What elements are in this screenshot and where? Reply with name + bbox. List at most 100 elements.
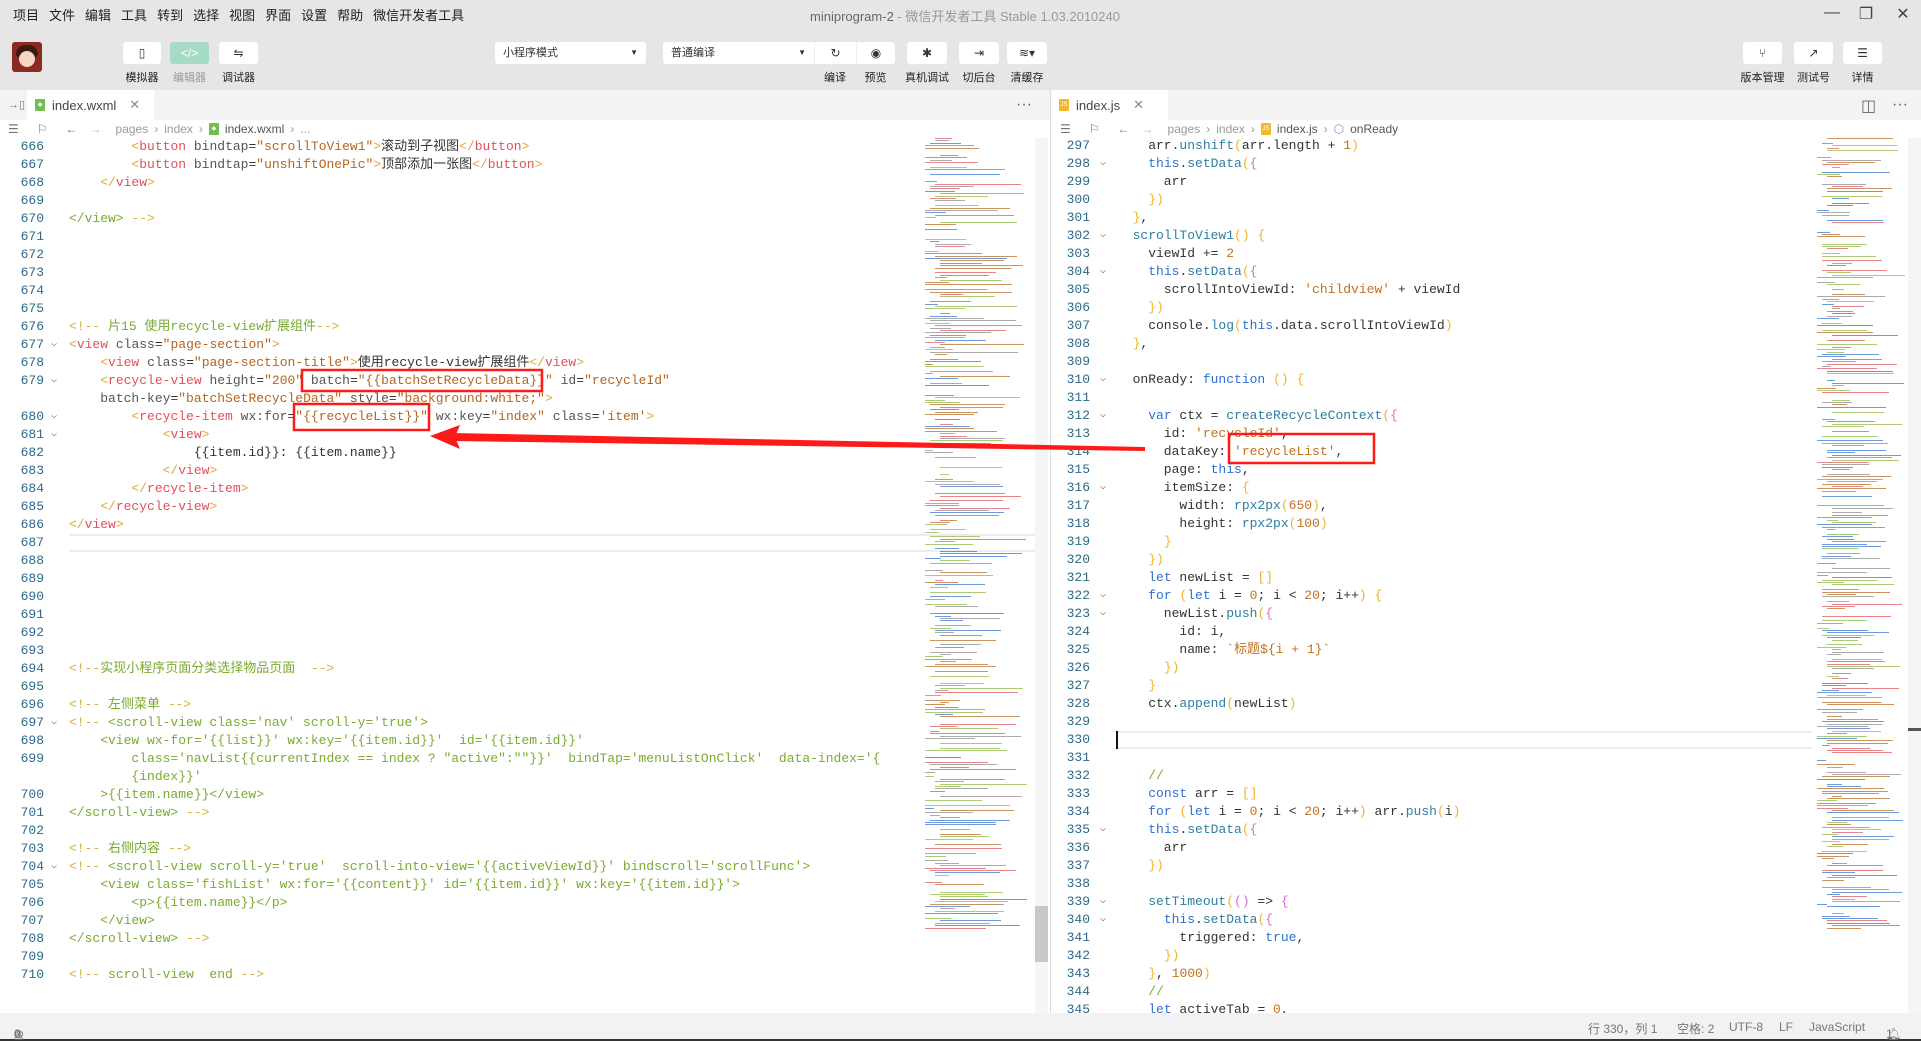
code-line[interactable]: 305 scrollIntoViewId: 'childview' + view… — [1052, 281, 1812, 299]
code-line[interactable]: 703 <!-- 右侧内容 --> — [0, 840, 1035, 858]
menu-item[interactable]: 工具 — [121, 5, 147, 24]
breadcrumb-item[interactable]: index — [1216, 122, 1245, 136]
cursor-position[interactable]: 行 330，列 1 — [1588, 1020, 1657, 1037]
breadcrumb-item[interactable]: pages — [116, 122, 149, 136]
code-line[interactable]: 333 const arr = [] — [1052, 785, 1812, 803]
code-line[interactable]: 324 id: i, — [1052, 623, 1812, 641]
compile-select[interactable]: 普通编译 ▼ — [663, 42, 814, 64]
code-line[interactable]: 312 ⌵ var ctx = createRecycleContext({ — [1052, 407, 1812, 425]
code-line[interactable]: 334 for (let i = 0; i < 20; i++) arr.pus… — [1052, 803, 1812, 821]
back-icon[interactable]: ← — [66, 122, 78, 136]
indentation[interactable]: 空格: 2 — [1677, 1020, 1714, 1037]
code-line[interactable]: 691 — [0, 606, 1035, 624]
minimize-button[interactable]: — — [1821, 4, 1843, 24]
more-icon[interactable]: ··· — [1016, 96, 1032, 114]
debugger-button[interactable]: ⇋ — [219, 42, 258, 64]
code-line[interactable]: 706 <p>{{item.name}}</p> — [0, 894, 1035, 912]
outline-icon[interactable]: ☰ — [1060, 122, 1071, 136]
breadcrumb-item[interactable]: pages — [1168, 122, 1201, 136]
menu-item[interactable]: 帮助 — [337, 5, 363, 24]
outline-icon[interactable]: ☰ — [8, 122, 19, 136]
fold-chevron-icon[interactable]: ⌵ — [1100, 407, 1106, 425]
code-line[interactable]: 701 </scroll-view> --> — [0, 804, 1035, 822]
menu-item[interactable]: 选择 — [193, 5, 219, 24]
code-line[interactable]: 710 <!-- scroll-view end --> — [0, 966, 1035, 984]
code-line[interactable]: 671 — [0, 228, 1035, 246]
code-line[interactable]: 335 ⌵ this.setData({ — [1052, 821, 1812, 839]
code-line[interactable]: 337 }) — [1052, 857, 1812, 875]
code-line[interactable]: 681 ⌵ <view> — [0, 426, 1035, 444]
wxml-editor[interactable]: 666 <button bindtap="scrollToView1">滚动到子… — [0, 138, 1035, 1013]
code-line[interactable]: 705 <view class='fishList' wx:for='{{con… — [0, 876, 1035, 894]
right-minimap[interactable] — [1813, 138, 1908, 938]
code-line[interactable]: 308 }, — [1052, 335, 1812, 353]
fold-chevron-icon[interactable]: ⌵ — [1100, 227, 1106, 245]
fold-chevron-icon[interactable]: ⌵ — [51, 408, 57, 426]
code-line[interactable]: 318 height: rpx2px(100) — [1052, 515, 1812, 533]
editor-button[interactable]: </> — [170, 42, 209, 64]
fold-chevron-icon[interactable]: ⌵ — [1100, 371, 1106, 389]
code-line[interactable]: 666 <button bindtap="scrollToView1">滚动到子… — [0, 138, 1035, 156]
code-line[interactable]: 306 }) — [1052, 299, 1812, 317]
fold-chevron-icon[interactable]: ⌵ — [51, 714, 57, 732]
code-line[interactable]: 326 }) — [1052, 659, 1812, 677]
bookmark-icon[interactable]: ⚐ — [1089, 122, 1100, 136]
menu-item[interactable]: 项目 — [13, 5, 39, 24]
clear-cache-button[interactable]: ≋▾ — [1007, 42, 1047, 64]
code-line[interactable]: 300 }) — [1052, 191, 1812, 209]
code-line[interactable]: 338 — [1052, 875, 1812, 893]
pane-divider[interactable] — [1050, 90, 1051, 1013]
test-account-button[interactable]: ↗ — [1794, 42, 1833, 64]
back-icon[interactable]: ← — [1118, 122, 1130, 136]
split-editor-icon[interactable]: ◫ — [1861, 96, 1876, 116]
fold-chevron-icon[interactable]: ⌵ — [1100, 605, 1106, 623]
code-line[interactable]: 672 — [0, 246, 1035, 264]
code-line[interactable]: 698 <view wx-for='{{list}}' wx:key='{{it… — [0, 732, 1035, 750]
code-line[interactable]: 339 ⌵ setTimeout(() => { — [1052, 893, 1812, 911]
right-scroll-thumb[interactable] — [1908, 728, 1921, 731]
code-line[interactable]: 343 }, 1000) — [1052, 965, 1812, 983]
code-line[interactable]: 707 </view> — [0, 912, 1035, 930]
breadcrumb-item[interactable]: index.wxml — [225, 122, 284, 136]
collapse-sidebar-icon[interactable]: →▯ — [8, 98, 25, 111]
code-line[interactable]: 675 — [0, 300, 1035, 318]
code-line[interactable]: 667 <button bindtap="unshiftOnePic">顶部添加… — [0, 156, 1035, 174]
code-line[interactable]: 331 — [1052, 749, 1812, 767]
code-line[interactable]: 311 — [1052, 389, 1812, 407]
breadcrumb-item[interactable]: index.js — [1277, 122, 1318, 136]
code-line[interactable]: 325 name: `标题${i + 1}` — [1052, 641, 1812, 659]
menu-item[interactable]: 转到 — [157, 5, 183, 24]
fold-chevron-icon[interactable]: ⌵ — [1100, 479, 1106, 497]
tab-index-wxml[interactable]: ◆ index.wxml ✕ — [27, 90, 154, 120]
code-line[interactable]: 340 ⌵ this.setData({ — [1052, 911, 1812, 929]
code-line[interactable]: 684 </recycle-item> — [0, 480, 1035, 498]
code-line[interactable]: 678 <view class="page-section-title">使用r… — [0, 354, 1035, 372]
close-window-button[interactable]: ✕ — [1892, 4, 1914, 24]
code-line[interactable]: 345 let activeTab = 0, — [1052, 1001, 1812, 1013]
line-ending[interactable]: LF — [1779, 1020, 1793, 1034]
left-minimap[interactable] — [921, 138, 1033, 938]
code-line[interactable]: 694 <!--实现小程序页面分类选择物品页面 --> — [0, 660, 1035, 678]
code-line[interactable]: 309 — [1052, 353, 1812, 371]
js-editor[interactable]: 297 arr.unshift(arr.length + 1) 298 ⌵ this… — [1052, 138, 1812, 1013]
code-line[interactable]: 320 }) — [1052, 551, 1812, 569]
breadcrumb-item[interactable]: onReady — [1350, 122, 1398, 136]
language-mode[interactable]: JavaScript — [1809, 1020, 1865, 1034]
fold-chevron-icon[interactable]: ⌵ — [51, 426, 57, 444]
fold-chevron-icon[interactable]: ⌵ — [1100, 893, 1106, 911]
mode-select[interactable]: 小程序模式 ▼ — [495, 42, 646, 64]
breadcrumb-item[interactable]: ... — [300, 122, 310, 136]
code-line[interactable]: 329 — [1052, 713, 1812, 731]
menu-item[interactable]: 界面 — [265, 5, 291, 24]
code-line[interactable]: 686 </view> — [0, 516, 1035, 534]
code-line[interactable]: 685 </recycle-view> — [0, 498, 1035, 516]
code-line[interactable]: 341 triggered: true, — [1052, 929, 1812, 947]
simulator-button[interactable]: ▯ — [123, 42, 161, 64]
breadcrumb-item[interactable]: index — [164, 122, 193, 136]
code-line[interactable]: 301 }, — [1052, 209, 1812, 227]
version-button[interactable]: ⑂ — [1743, 42, 1782, 64]
code-line[interactable]: 700 >{{item.name}}</view> — [0, 786, 1035, 804]
code-line[interactable]: 674 — [0, 282, 1035, 300]
code-line[interactable]: 699 class='navList{{currentIndex == inde… — [0, 750, 1035, 768]
restore-button[interactable]: ❐ — [1855, 4, 1877, 24]
